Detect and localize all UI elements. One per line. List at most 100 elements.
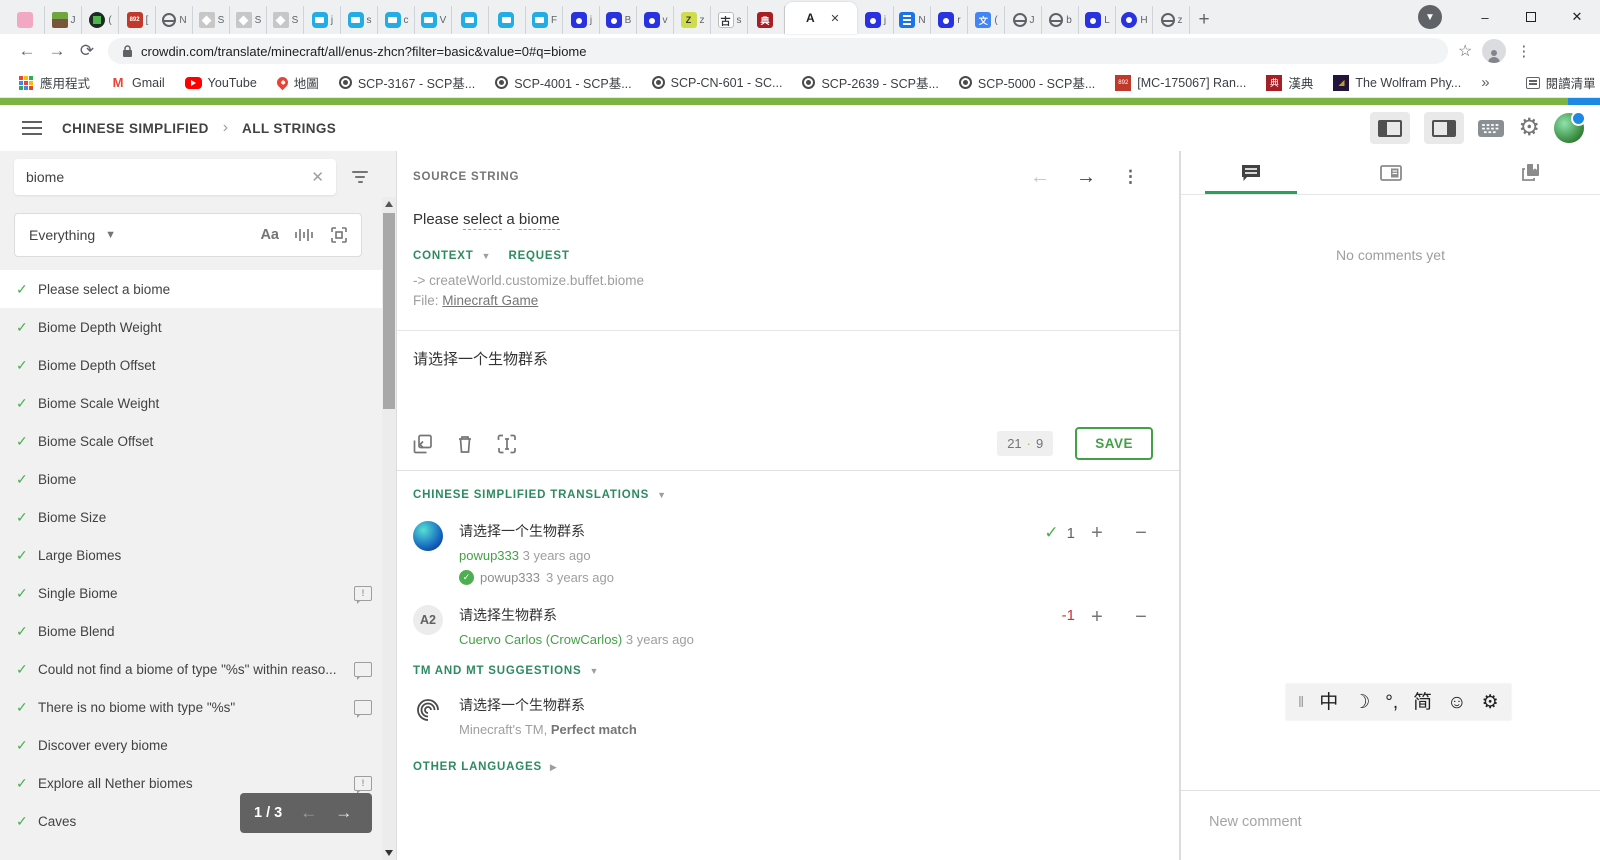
bookmark-item[interactable]: Gmail bbox=[102, 72, 173, 94]
translations-header-label[interactable]: CHINESE SIMPLIFIED TRANSLATIONS bbox=[413, 489, 649, 501]
filter-icon[interactable] bbox=[352, 171, 368, 183]
previous-string-icon[interactable]: ← bbox=[1030, 167, 1050, 187]
browser-tab[interactable]: j ✕ bbox=[563, 6, 600, 34]
match-case-button[interactable]: Aa bbox=[260, 227, 279, 243]
string-list-item[interactable]: Biome bbox=[0, 460, 382, 498]
clear-translation-icon[interactable] bbox=[457, 434, 473, 454]
refresh-button[interactable]: ⟳ bbox=[72, 36, 102, 66]
upvote-button[interactable]: + bbox=[1075, 523, 1119, 543]
reading-list-button[interactable]: 閱讀清單 bbox=[1518, 70, 1600, 95]
machine-translation-icon[interactable] bbox=[295, 228, 315, 242]
expand-icon[interactable]: ▶ bbox=[550, 762, 557, 773]
string-list-item[interactable]: Biome Depth Offset bbox=[0, 346, 382, 384]
new-tab-button[interactable]: + bbox=[1190, 6, 1218, 34]
browser-tab[interactable]: ✕ bbox=[8, 6, 45, 34]
ime-toolbar-button[interactable]: °, bbox=[1385, 693, 1398, 712]
browser-tab[interactable]: z ✕ bbox=[1153, 6, 1190, 34]
browser-tab[interactable]: J ✕ bbox=[45, 6, 82, 34]
collapse-icon[interactable]: ▼ bbox=[589, 666, 598, 676]
bookmark-item[interactable]: SCP-2639 - SCP基... bbox=[794, 70, 946, 95]
select-text-icon[interactable] bbox=[497, 434, 517, 454]
browser-tab[interactable]: H ✕ bbox=[1116, 6, 1153, 34]
downvote-button[interactable]: − bbox=[1119, 607, 1163, 627]
next-string-icon[interactable]: → bbox=[1076, 167, 1096, 187]
browser-tab[interactable]: B ✕ bbox=[600, 6, 637, 34]
ime-toolbar-button[interactable]: ☽ bbox=[1353, 693, 1370, 712]
bookmark-item[interactable]: 地圖 bbox=[269, 70, 327, 95]
translation-suggestion[interactable]: 请选择一个生物群系 powup333 3 years ago powup333 … bbox=[413, 521, 1163, 585]
ime-toolbar-button[interactable]: 简 bbox=[1413, 693, 1432, 712]
bookmark-item[interactable]: SCP-4001 - SCP基... bbox=[487, 70, 639, 95]
string-list-item[interactable]: Large Biomes bbox=[0, 536, 382, 574]
bookmark-item[interactable]: SCP-CN-601 - SC... bbox=[644, 73, 791, 93]
browser-tab[interactable]: ✕ bbox=[452, 6, 489, 34]
bookmark-item[interactable]: SCP-3167 - SCP基... bbox=[331, 70, 483, 95]
browser-tab[interactable]: V ✕ bbox=[415, 6, 452, 34]
copy-source-icon[interactable] bbox=[413, 434, 433, 454]
back-button[interactable]: ← bbox=[12, 36, 42, 66]
tab-close-icon[interactable]: ✕ bbox=[830, 12, 839, 25]
downvote-button[interactable]: − bbox=[1119, 523, 1163, 543]
browser-tab[interactable]: z ✕ bbox=[674, 6, 711, 34]
sidebar-scrollbar[interactable] bbox=[382, 197, 396, 860]
browser-tab[interactable]: s ✕ bbox=[711, 6, 748, 34]
string-list-item[interactable]: Biome Depth Weight bbox=[0, 308, 382, 346]
browser-tab[interactable]: S ✕ bbox=[193, 6, 230, 34]
context-toggle[interactable]: CONTEXT bbox=[413, 250, 474, 262]
breadcrumb-section[interactable]: ALL STRINGS bbox=[242, 121, 336, 136]
browser-tab[interactable]: S ✕ bbox=[230, 6, 267, 34]
glossary-term[interactable]: select bbox=[463, 211, 503, 230]
settings-gear-icon[interactable]: ⚙ bbox=[1518, 116, 1540, 140]
browser-tab[interactable]: ( ✕ bbox=[82, 6, 119, 34]
author-link[interactable]: Cuervo Carlos (CrowCarlos) bbox=[459, 632, 622, 647]
previous-page-icon[interactable]: ← bbox=[300, 803, 317, 823]
tab-context-info[interactable] bbox=[1321, 151, 1461, 194]
scroll-down-icon[interactable] bbox=[385, 850, 393, 856]
address-bar[interactable]: crowdin.com/translate/minecraft/all/enus… bbox=[108, 38, 1448, 64]
upvote-button[interactable]: + bbox=[1075, 607, 1119, 627]
bookmark-item[interactable]: 應用程式 bbox=[10, 70, 98, 95]
ime-toolbar-button[interactable]: 中 bbox=[1319, 693, 1338, 712]
browser-tab[interactable]: ✕ bbox=[489, 6, 526, 34]
glossary-term[interactable]: biome bbox=[518, 211, 560, 230]
forward-button[interactable]: → bbox=[42, 36, 72, 66]
bookmark-star-icon[interactable]: ☆ bbox=[1458, 41, 1472, 61]
tab-search-button[interactable]: ▼ bbox=[1418, 5, 1442, 29]
string-list-item[interactable]: Biome Size bbox=[0, 498, 382, 536]
keyboard-shortcuts-icon[interactable] bbox=[1478, 119, 1505, 137]
browser-tab[interactable]: L ✕ bbox=[1079, 6, 1116, 34]
string-list-item[interactable]: Could not find a biome of type "%s" with… bbox=[0, 650, 382, 688]
browser-tab[interactable]: v ✕ bbox=[637, 6, 674, 34]
string-list-item[interactable]: Discover every biome bbox=[0, 726, 382, 764]
tm-suggestion[interactable]: 请选择一个生物群系 Minecraft's TM, Perfect match bbox=[413, 695, 1163, 737]
browser-tab[interactable]: ✕ bbox=[748, 6, 785, 34]
author-link[interactable]: powup333 bbox=[459, 548, 519, 563]
context-chevron-icon[interactable]: ▼ bbox=[482, 251, 491, 261]
new-comment-input[interactable] bbox=[1209, 814, 1569, 830]
scope-dropdown[interactable]: Everything bbox=[29, 227, 95, 243]
string-list-item[interactable]: Biome Scale Offset bbox=[0, 422, 382, 460]
minimize-button[interactable]: – bbox=[1462, 0, 1508, 34]
close-window-button[interactable]: ✕ bbox=[1554, 0, 1600, 34]
string-list-item[interactable]: Please select a biome bbox=[0, 270, 382, 308]
browser-tab[interactable]: r ✕ bbox=[931, 6, 968, 34]
browser-tab[interactable]: j ✕ bbox=[857, 6, 894, 34]
exact-match-icon[interactable] bbox=[331, 227, 347, 243]
breadcrumb-language[interactable]: CHINESE SIMPLIFIED bbox=[62, 121, 209, 136]
browser-tab[interactable]: c ✕ bbox=[378, 6, 415, 34]
tab-comments[interactable] bbox=[1181, 151, 1321, 194]
browser-tab[interactable]: J ✕ bbox=[1005, 6, 1042, 34]
string-list-item[interactable]: Biome Blend bbox=[0, 612, 382, 650]
string-list-item[interactable]: Single Biome bbox=[0, 574, 382, 612]
search-input[interactable] bbox=[26, 169, 312, 185]
collapse-icon[interactable]: ▼ bbox=[657, 490, 666, 500]
browser-profile-avatar[interactable] bbox=[1482, 39, 1507, 63]
browser-tab[interactable]: N ✕ bbox=[156, 6, 193, 34]
browser-tab[interactable]: ( ✕ bbox=[968, 6, 1005, 34]
bookmark-item[interactable]: [MC-175067] Ran... bbox=[1107, 72, 1254, 94]
translation-input[interactable]: 请选择一个生物群系 bbox=[413, 348, 1163, 369]
scroll-up-icon[interactable] bbox=[385, 201, 393, 207]
chevron-down-icon[interactable]: ▼ bbox=[105, 229, 116, 241]
browser-tab[interactable]: ✕ bbox=[785, 2, 857, 34]
toggle-right-panel-button[interactable] bbox=[1424, 112, 1465, 144]
